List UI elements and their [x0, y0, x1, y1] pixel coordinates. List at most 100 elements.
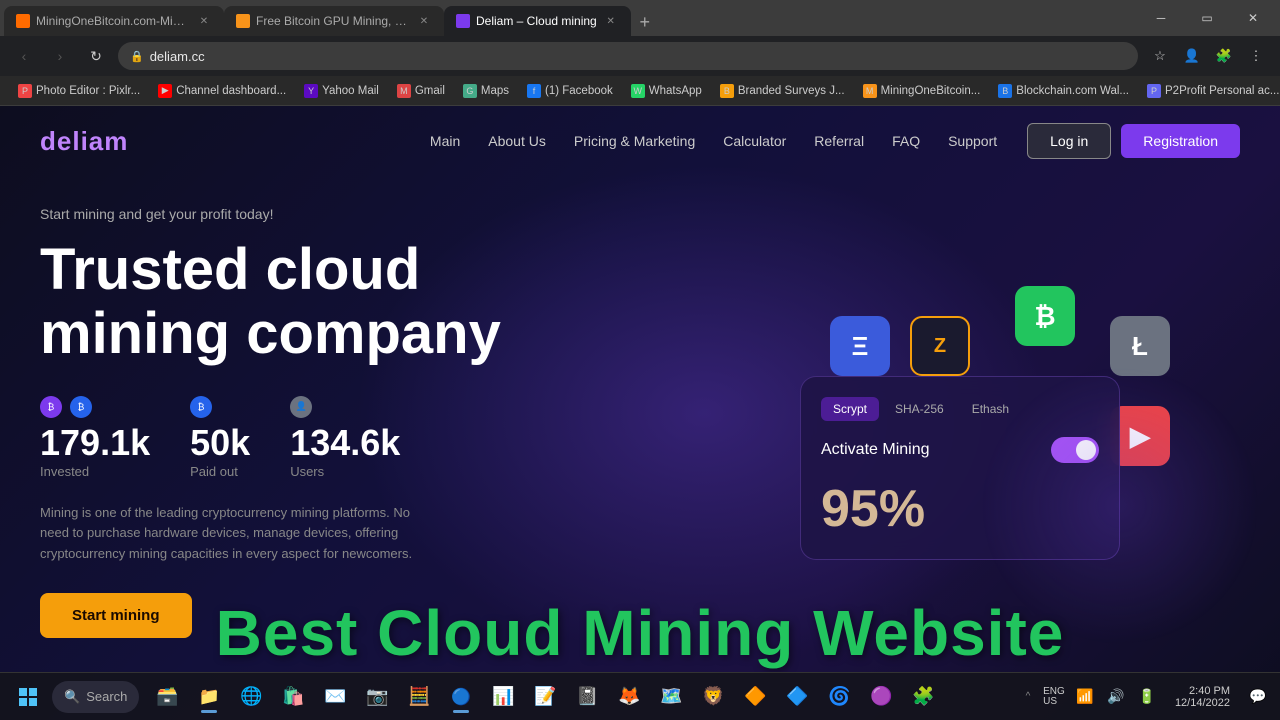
login-button[interactable]: Log in — [1027, 123, 1111, 159]
bookmark-channel[interactable]: ▶ Channel dashboard... — [150, 81, 294, 101]
bookmark-facebook[interactable]: f (1) Facebook — [519, 81, 621, 101]
taskbar-app-app3[interactable]: 🌀 — [819, 677, 859, 717]
taskbar-app-map[interactable]: 🗺️ — [651, 677, 691, 717]
system-tray: ^ ENG US 📶 🔊 🔋 2:40 PM 12/14/2022 💬 — [1022, 677, 1272, 717]
bookmark-p2profit[interactable]: P P2Profit Personal ac... — [1139, 81, 1280, 101]
nav-main[interactable]: Main — [430, 133, 460, 149]
stat-invested-icon1: ₿ — [40, 396, 62, 418]
taskbar-app-photos[interactable]: 📷 — [357, 677, 397, 717]
hero-title-line1: Trusted cloud — [40, 237, 420, 302]
bookmark-miningone[interactable]: M MiningOneBitcoin... — [855, 81, 989, 101]
back-button[interactable]: ‹ — [10, 42, 38, 70]
taskbar-app-onenote[interactable]: 📓 — [567, 677, 607, 717]
close-button[interactable]: ✕ — [1230, 0, 1276, 36]
taskbar-app-app4[interactable]: 🟣 — [861, 677, 901, 717]
tab-1-close[interactable]: ✕ — [196, 13, 212, 29]
bookmark-facebook-icon: f — [527, 84, 541, 98]
tab-1-favicon — [16, 14, 30, 28]
bookmark-whatsapp[interactable]: W WhatsApp — [623, 81, 710, 101]
tab-2[interactable]: Free Bitcoin GPU Mining, Cloud ... ✕ — [224, 6, 444, 36]
bookmark-yahoo[interactable]: Y Yahoo Mail — [296, 81, 387, 101]
minimize-button[interactable]: ─ — [1138, 0, 1184, 36]
bookmark-channel-label: Channel dashboard... — [176, 85, 286, 97]
hero-title-line2: mining company — [40, 301, 501, 366]
bookmark-miningone-label: MiningOneBitcoin... — [881, 85, 981, 97]
bookmark-yahoo-icon: Y — [304, 84, 318, 98]
bookmark-p2profit-icon: P — [1147, 84, 1161, 98]
stats-row: ₿ ₿ 179.1k Invested ₿ 50k Paid out 👤 134… — [40, 396, 1240, 479]
settings-icon[interactable]: ⋮ — [1242, 42, 1270, 70]
bookmark-icon[interactable]: ☆ — [1146, 42, 1174, 70]
tray-show-hidden[interactable]: ^ — [1022, 677, 1034, 717]
forward-button[interactable]: › — [46, 42, 74, 70]
bookmark-maps[interactable]: G Maps — [455, 81, 517, 101]
taskbar-app-chrome[interactable]: 🔵 — [441, 677, 481, 717]
tray-icons: ENG US 📶 🔊 🔋 — [1040, 683, 1161, 711]
bookmarks-bar: P Photo Editor : Pixlr... ▶ Channel dash… — [0, 76, 1280, 106]
bookmark-pixlr[interactable]: P Photo Editor : Pixlr... — [10, 81, 148, 101]
bookmark-maps-icon: G — [463, 84, 477, 98]
taskbar-app-firefox[interactable]: 🦊 — [609, 677, 649, 717]
stat-users-icon: 👤 — [290, 396, 312, 418]
url-bar[interactable]: 🔒 deliam.cc — [118, 42, 1138, 70]
bookmark-maps-label: Maps — [481, 85, 509, 97]
taskbar-app-files[interactable]: 📁 — [189, 677, 229, 717]
taskbar-app-word[interactable]: 📝 — [525, 677, 565, 717]
bookmark-blockchain-icon: B — [998, 84, 1012, 98]
taskbar-app-excel[interactable]: 📊 — [483, 677, 523, 717]
tray-battery[interactable]: 🔋 — [1133, 683, 1161, 711]
bookmark-branded[interactable]: B Branded Surveys J... — [712, 81, 853, 101]
tray-lang-text: ENG US — [1043, 687, 1065, 707]
nav-faq[interactable]: FAQ — [892, 133, 920, 149]
search-text: Search — [86, 689, 127, 704]
stat-paidout-number: 50k — [190, 422, 250, 464]
tab-3-close[interactable]: ✕ — [603, 13, 619, 29]
extension-icon[interactable]: 🧩 — [1210, 42, 1238, 70]
register-button[interactable]: Registration — [1121, 124, 1240, 158]
site-logo[interactable]: deliam — [40, 126, 128, 157]
maximize-button[interactable]: ▭ — [1184, 0, 1230, 36]
new-tab-button[interactable]: + — [631, 8, 659, 36]
taskbar-app-mail[interactable]: ✉️ — [315, 677, 355, 717]
taskbar-app-brave[interactable]: 🦁 — [693, 677, 733, 717]
bookmark-channel-icon: ▶ — [158, 84, 172, 98]
stat-paidout-label: Paid out — [190, 464, 250, 479]
window-controls: ─ ▭ ✕ — [1138, 0, 1276, 36]
taskbar-app-store[interactable]: 🛍️ — [273, 677, 313, 717]
tab-3-favicon — [456, 14, 470, 28]
tab-2-title: Free Bitcoin GPU Mining, Cloud ... — [256, 14, 410, 28]
bookmark-facebook-label: (1) Facebook — [545, 85, 613, 97]
tray-clock[interactable]: 2:40 PM 12/14/2022 — [1167, 685, 1238, 709]
stat-paidout-icons: ₿ — [190, 396, 250, 418]
reload-button[interactable]: ↻ — [82, 42, 110, 70]
taskbar-search[interactable]: 🔍 Search — [52, 681, 139, 713]
bookmark-gmail-icon: M — [397, 84, 411, 98]
taskbar-app-calc[interactable]: 🧮 — [399, 677, 439, 717]
start-button[interactable] — [8, 677, 48, 717]
nav-about[interactable]: About Us — [488, 133, 546, 149]
nav-referral[interactable]: Referral — [814, 133, 864, 149]
profile-icon[interactable]: 👤 — [1178, 42, 1206, 70]
nav-support[interactable]: Support — [948, 133, 997, 149]
hero-description: Mining is one of the leading cryptocurre… — [40, 503, 420, 565]
tray-volume[interactable]: 🔊 — [1102, 683, 1130, 711]
tray-language[interactable]: ENG US — [1040, 683, 1068, 711]
tab-1[interactable]: MiningOneBitcoin.com-Mining ... ✕ — [4, 6, 224, 36]
tab-2-close[interactable]: ✕ — [416, 13, 432, 29]
nav-pricing[interactable]: Pricing & Marketing — [574, 133, 695, 149]
nav-calculator[interactable]: Calculator — [723, 133, 786, 149]
taskbar-app-app1[interactable]: 🔶 — [735, 677, 775, 717]
taskbar-app-app5[interactable]: 🧩 — [903, 677, 943, 717]
taskbar-app-app2[interactable]: 🔷 — [777, 677, 817, 717]
taskbar: 🔍 Search 🗃️ 📁 🌐 🛍️ ✉️ 📷 🧮 🔵 📊 📝 📓 🦊 🗺️ 🦁… — [0, 672, 1280, 720]
taskbar-app-edge[interactable]: 🌐 — [231, 677, 271, 717]
start-mining-button[interactable]: Start mining — [40, 593, 192, 638]
taskbar-app-widgets[interactable]: 🗃️ — [147, 677, 187, 717]
hero-subtitle: Start mining and get your profit today! — [40, 206, 1240, 222]
bookmark-gmail[interactable]: M Gmail — [389, 81, 453, 101]
tray-network[interactable]: 📶 — [1071, 683, 1099, 711]
stat-paidout: ₿ 50k Paid out — [190, 396, 250, 479]
tray-notifications[interactable]: 💬 — [1244, 683, 1272, 711]
bookmark-blockchain[interactable]: B Blockchain.com Wal... — [990, 81, 1137, 101]
tab-3[interactable]: Deliam – Cloud mining ✕ — [444, 6, 631, 36]
